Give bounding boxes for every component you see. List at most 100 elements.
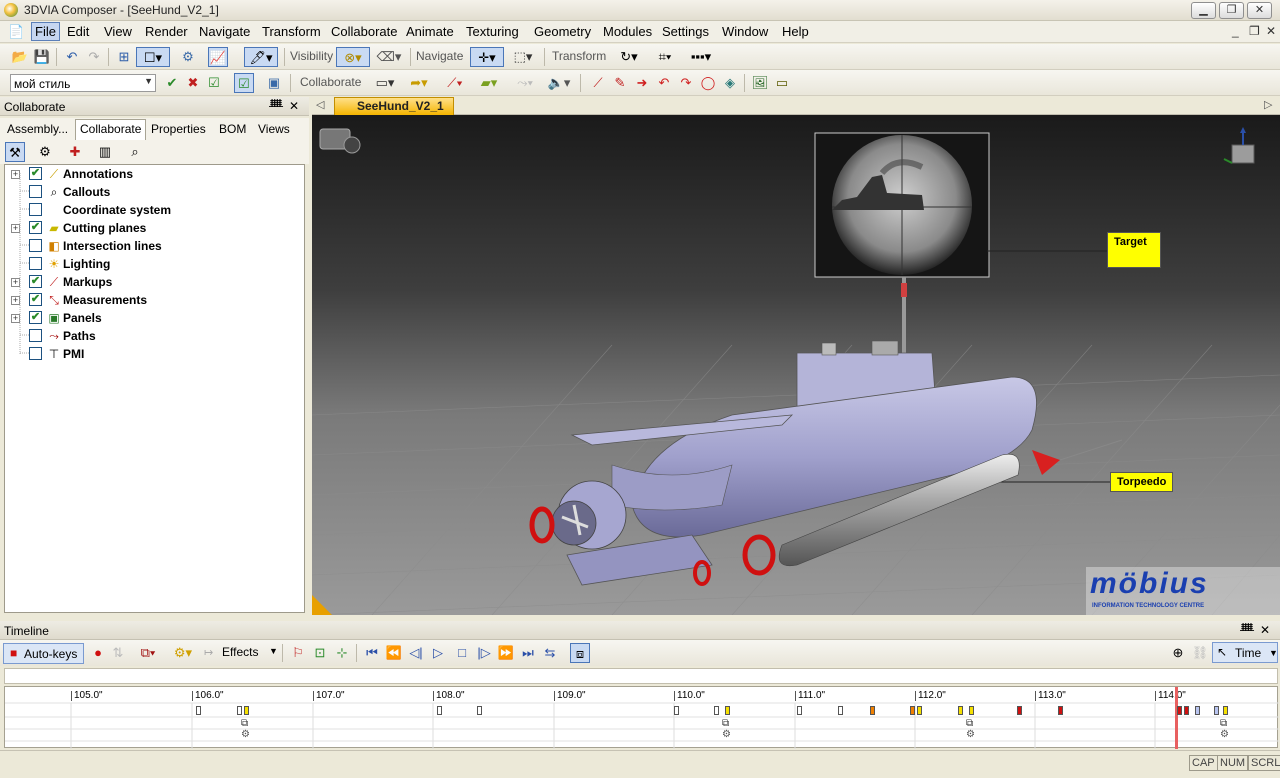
tab-collaborate[interactable]: Collaborate <box>75 119 147 140</box>
more-dropdown-icon[interactable]: ▪▪▪▾ <box>684 47 718 67</box>
key-marker[interactable] <box>1214 706 1219 715</box>
timeline-tracks[interactable]: 105.0" 106.0" 107.0" 108.0" 109.0" 110.0… <box>4 686 1279 749</box>
tab-scroll-right-icon[interactable]: ▷ <box>1264 98 1272 111</box>
viewport-3d[interactable]: Target Torpeedo möbius INFORMATION TECHN… <box>312 115 1280 615</box>
menu-file[interactable]: File <box>31 22 60 41</box>
restore-button[interactable]: ❐ <box>1219 2 1244 19</box>
autokeys-button[interactable]: ■ Auto-keys <box>3 643 84 664</box>
timeline-tool2-icon[interactable]: ⊡ <box>310 643 330 663</box>
effect-marker-icon[interactable]: ⧉ <box>966 718 973 729</box>
key-marker[interactable] <box>1017 706 1022 715</box>
tree-item-paths[interactable]: ⤳ Paths <box>5 327 305 345</box>
measure-dropdown-icon[interactable]: ⟋▾ <box>440 73 470 93</box>
filter-icon[interactable]: ⚒ <box>5 142 25 162</box>
tree-item-intersection-lines[interactable]: ◧ Intersection lines <box>5 237 305 255</box>
markup-curved-arrow-right-icon[interactable]: ↷ <box>676 73 696 93</box>
effect-dropdown-icon[interactable]: ⚙▾ <box>168 643 198 663</box>
fit-all-icon[interactable]: ⊞ <box>114 47 134 67</box>
key-marker[interactable] <box>1058 706 1063 715</box>
markup-circle-icon[interactable]: ◯ <box>698 73 718 93</box>
key-marker[interactable] <box>674 706 679 715</box>
key-marker[interactable] <box>910 706 915 715</box>
tree-item-lighting[interactable]: ☀ Lighting <box>5 255 305 273</box>
markup-curved-arrow-left-icon[interactable]: ↶ <box>654 73 674 93</box>
minimize-button[interactable]: ▁ <box>1191 2 1216 19</box>
menu-collaborate[interactable]: Collaborate <box>331 24 398 39</box>
style-check-icon[interactable]: ☑ <box>234 73 254 93</box>
label-dropdown-icon[interactable]: ▭▾ <box>370 73 400 93</box>
effect-marker-icon[interactable]: ⧉ <box>241 718 248 729</box>
play-icon[interactable]: ▷ <box>428 643 448 663</box>
style-apply-icon[interactable]: ✔ <box>162 73 182 93</box>
key-marker[interactable] <box>237 706 242 715</box>
tree-item-cutting-planes[interactable]: + ✔ ▰ Cutting planes <box>5 219 305 237</box>
menu-edit[interactable]: Edit <box>67 24 89 39</box>
stop-icon[interactable]: □ <box>452 643 472 663</box>
effect-marker-icon[interactable]: ⚙ <box>1220 729 1229 740</box>
tab-scroll-left-icon[interactable]: ◁ <box>316 98 324 111</box>
visibility-dropdown-button[interactable]: ⊗▾ <box>336 47 370 67</box>
panel-pin-close-icons[interactable]: ᚙ✕ <box>269 99 305 113</box>
box-view-dropdown-icon[interactable]: ⬚▾ <box>508 47 538 67</box>
key-marker[interactable] <box>196 706 201 715</box>
goto-start-icon[interactable]: ⏮ <box>362 643 382 663</box>
markup-arrow-icon[interactable]: ➜ <box>632 73 652 93</box>
callout-torpedo[interactable]: Torpeedo <box>1110 472 1174 492</box>
chart-icon[interactable]: 📈 <box>208 47 228 67</box>
key-add-icon[interactable]: ● <box>88 643 108 663</box>
key-marker[interactable] <box>797 706 802 715</box>
arrow-annotation-dropdown-icon[interactable]: ➦▾ <box>404 73 434 93</box>
key-marker[interactable] <box>917 706 922 715</box>
key-dropdown-icon[interactable]: ⧉▾ <box>133 643 163 663</box>
style-pick-icon[interactable]: ▣ <box>264 73 284 93</box>
menu-view[interactable]: View <box>104 24 132 39</box>
key-marker[interactable] <box>958 706 963 715</box>
mdi-close-icon[interactable]: ✕ <box>1266 24 1276 38</box>
columns-icon[interactable]: ▥ <box>95 142 115 162</box>
selection-mode-button[interactable]: ☐▾ <box>136 47 170 67</box>
save-icon[interactable]: 💾 <box>32 47 52 67</box>
timeline-scrubber[interactable] <box>4 668 1278 684</box>
tree-item-markups[interactable]: + ✔ ⟋ Markups <box>5 273 305 291</box>
markup-line-icon[interactable]: ⟋ <box>588 73 608 93</box>
camera-sync-icon[interactable]: ⧈ <box>570 643 590 663</box>
tab-bom[interactable]: BOM <box>219 122 246 136</box>
cogs-icon[interactable]: ⚙ <box>178 47 198 67</box>
menu-window[interactable]: Window <box>722 24 768 39</box>
style-delete-icon[interactable]: ✖ <box>183 73 203 93</box>
effects-chevron-icon[interactable]: ▼ <box>269 646 278 656</box>
menu-settings[interactable]: Settings <box>662 24 709 39</box>
tab-views[interactable]: Views <box>258 122 290 136</box>
menu-modules[interactable]: Modules <box>603 24 652 39</box>
key-marker[interactable] <box>838 706 843 715</box>
tab-assembly[interactable]: Assembly... <box>7 122 68 136</box>
bounds-dropdown-icon[interactable]: ⌗▾ <box>650 47 680 67</box>
tree-item-measurements[interactable]: + ✔ ⤡ Measurements <box>5 291 305 309</box>
navigate-mode-button[interactable]: ✛▾ <box>470 47 504 67</box>
tree-item-panels[interactable]: + ✔ ▣ Panels <box>5 309 305 327</box>
tree-settings-icon[interactable]: ⚙ <box>35 142 55 162</box>
time-mode-dropdown[interactable]: ↖ Time ▼ <box>1212 642 1278 663</box>
key-marker[interactable] <box>1184 706 1189 715</box>
add-annotation-icon[interactable]: ✚ <box>65 142 85 162</box>
menu-geometry[interactable]: Geometry <box>534 24 591 39</box>
zoom-fit-icon[interactable]: ⊕ <box>1168 643 1188 663</box>
tree-item-callouts[interactable]: ⌕ Callouts <box>5 183 305 201</box>
playhead[interactable] <box>1175 687 1178 749</box>
next-key-icon[interactable]: ⏩ <box>496 643 516 663</box>
loop-icon[interactable]: ⇆ <box>540 643 560 663</box>
markup-pin-icon[interactable]: ◈ <box>720 73 740 93</box>
step-back-icon[interactable]: ◁| <box>406 643 426 663</box>
key-marker[interactable] <box>1195 706 1200 715</box>
effect-marker-icon[interactable]: ⧉ <box>722 718 729 729</box>
menu-render[interactable]: Render <box>145 24 188 39</box>
undo-icon[interactable]: ↶ <box>62 47 82 67</box>
key-branch-icon[interactable]: ⇅ <box>108 643 128 663</box>
menu-texturing[interactable]: Texturing <box>466 24 519 39</box>
key-marker[interactable] <box>437 706 442 715</box>
open-icon[interactable]: 📂 <box>10 47 30 67</box>
effect-marker-icon[interactable]: ⧉ <box>1220 718 1227 729</box>
style-combo[interactable]: мой стиль ▼ <box>10 74 156 92</box>
callout-target[interactable]: Target <box>1107 232 1161 268</box>
markup-freehand-icon[interactable]: ✎ <box>610 73 630 93</box>
